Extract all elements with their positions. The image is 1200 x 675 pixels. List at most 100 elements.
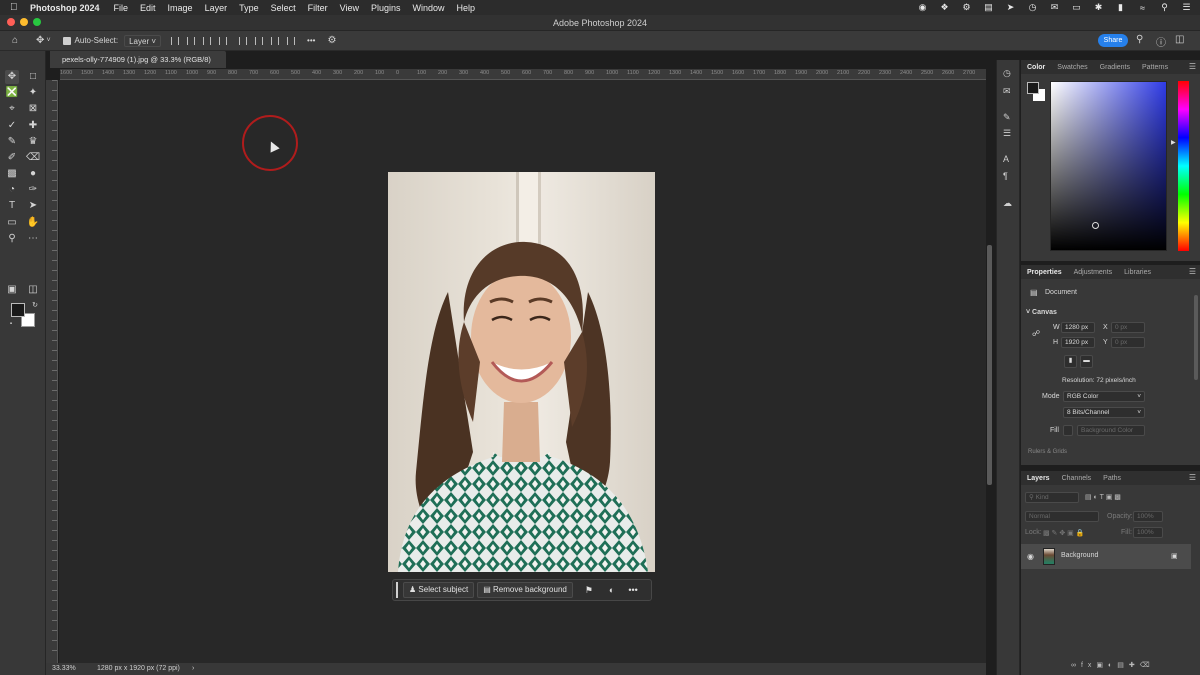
- share-button[interactable]: Share: [1098, 34, 1128, 47]
- layer-footer-icons[interactable]: ∞fx▣◐▤✚⌫: [1071, 661, 1155, 669]
- link-icon[interactable]: ☍: [1032, 329, 1040, 338]
- menu-layer[interactable]: Layer: [205, 3, 228, 13]
- healing-brush-tool-icon[interactable]: ✚: [26, 119, 40, 133]
- horizontal-ruler[interactable]: 1600 1500 1400 1300 1200 1100 1000 900 800 700 600…: [60, 69, 986, 80]
- tab-channels[interactable]: Channels: [1056, 475, 1098, 482]
- fill-field[interactable]: 100%: [1133, 527, 1163, 538]
- brush-tool-icon[interactable]: ✎: [5, 135, 19, 149]
- y-field[interactable]: 0 px: [1111, 337, 1145, 348]
- blur-tool-icon[interactable]: ●: [26, 167, 40, 181]
- height-field[interactable]: 1920 px: [1061, 337, 1095, 348]
- crop-tool-icon[interactable]: ⌖: [5, 102, 19, 116]
- landscape-orientation-icon[interactable]: ▬: [1080, 355, 1093, 368]
- chat-icon[interactable]: ✉: [1049, 2, 1060, 13]
- align-center-icon[interactable]: [187, 36, 196, 45]
- search-icon[interactable]: ⚲: [1159, 2, 1170, 13]
- eye-icon[interactable]: ◉: [1027, 552, 1034, 561]
- blend-mode-select[interactable]: Normal: [1025, 511, 1099, 522]
- swap-colors-icon[interactable]: ↻: [28, 299, 42, 313]
- panel-menu-icon[interactable]: ☰: [1189, 267, 1196, 276]
- more-options-button[interactable]: •••: [628, 585, 637, 595]
- menu-window[interactable]: Window: [413, 3, 445, 13]
- document-tab[interactable]: pexels-olly-774909 (1).jpg @ 33.3% (RGB/…: [50, 51, 226, 68]
- frame-tool-icon[interactable]: ⊠: [26, 102, 40, 116]
- zoom-level[interactable]: 33.33%: [52, 663, 76, 675]
- distribute-vertical-icon[interactable]: [287, 36, 296, 45]
- zoom-tool-icon[interactable]: ⚲: [5, 232, 19, 246]
- align-right-icon[interactable]: [203, 36, 212, 45]
- eyedropper-tool-icon[interactable]: ✓: [5, 119, 19, 133]
- align-bottom-icon[interactable]: [271, 36, 280, 45]
- lasso-tool-icon[interactable]: ❎: [5, 86, 19, 100]
- move-tool-icon[interactable]: ✥: [36, 35, 44, 46]
- bit-depth-select[interactable]: 8 Bits/Channel ˅: [1063, 407, 1145, 418]
- character-icon[interactable]: A: [1003, 154, 1009, 164]
- panel-menu-icon[interactable]: ☰: [1189, 473, 1196, 482]
- adjustment-icon[interactable]: ◐: [609, 585, 614, 595]
- distribute-horizontal-icon[interactable]: [219, 36, 228, 45]
- canvas-section-toggle[interactable]: ˅ Canvas: [1026, 309, 1057, 316]
- properties-scrollbar[interactable]: [1194, 295, 1198, 380]
- menu-type[interactable]: Type: [239, 3, 259, 13]
- align-left-icon[interactable]: [171, 36, 180, 45]
- chevron-down-icon[interactable]: ˅: [46, 37, 50, 44]
- color-field[interactable]: [1050, 81, 1167, 251]
- quick-mask-icon[interactable]: ▣: [5, 283, 19, 297]
- apple-icon[interactable]: : [10, 2, 22, 13]
- document-icon[interactable]: ▤: [983, 2, 994, 13]
- cloud-icon[interactable]: ☁: [1003, 198, 1012, 209]
- workspace-icon[interactable]: ◫: [1175, 34, 1184, 45]
- tab-gradients[interactable]: Gradients: [1094, 64, 1136, 71]
- more-options-button[interactable]: •••: [307, 36, 315, 45]
- tab-libraries[interactable]: Libraries: [1118, 269, 1157, 276]
- tab-color[interactable]: Color: [1021, 64, 1051, 71]
- marquee-tool-icon[interactable]: □: [26, 70, 40, 84]
- window-icon[interactable]: ▭: [1071, 2, 1082, 13]
- clone-stamp-tool-icon[interactable]: ♛: [26, 135, 40, 149]
- hue-pointer-icon[interactable]: ▶: [1171, 139, 1176, 146]
- layer-kind-filter[interactable]: ⚲ Kind: [1025, 492, 1079, 503]
- select-subject-button[interactable]: ♟ Select subject: [403, 582, 475, 598]
- more-tools-icon[interactable]: ⋯: [26, 232, 40, 246]
- menu-help[interactable]: Help: [457, 3, 476, 13]
- hand-tool-icon[interactable]: ✋: [26, 216, 40, 230]
- comments-icon[interactable]: ✉: [1003, 86, 1011, 97]
- tab-layers[interactable]: Layers: [1021, 475, 1056, 482]
- drag-handle[interactable]: [396, 582, 398, 598]
- dodge-tool-icon[interactable]: ◔: [5, 183, 19, 197]
- gear-icon[interactable]: ⚙: [961, 2, 972, 13]
- lock-icons[interactable]: ▩ ✎ ✥ ▣ 🔒: [1043, 529, 1084, 537]
- tab-properties[interactable]: Properties: [1021, 269, 1068, 276]
- menu-image[interactable]: Image: [168, 3, 193, 13]
- layer-row-background[interactable]: ◉ Background ▣: [1021, 544, 1191, 569]
- type-tool-icon[interactable]: T: [5, 199, 19, 213]
- foreground-color-swatch[interactable]: [11, 303, 25, 317]
- menu-select[interactable]: Select: [271, 3, 296, 13]
- layer-name[interactable]: Background: [1061, 552, 1098, 559]
- app-menu[interactable]: Photoshop 2024: [30, 3, 100, 13]
- cursor-icon[interactable]: ➤: [1005, 2, 1016, 13]
- menu-file[interactable]: File: [114, 3, 129, 13]
- filter-icons[interactable]: ▤ ◐ T ▣ ▩: [1085, 493, 1121, 501]
- auto-select-checkbox[interactable]: [62, 36, 71, 45]
- auto-select-target-dropdown[interactable]: Layer ˅: [124, 34, 162, 47]
- status-menu-arrow[interactable]: ›: [192, 663, 194, 675]
- adjustments-icon[interactable]: ☰: [1003, 128, 1011, 139]
- battery-icon[interactable]: ▮: [1115, 2, 1126, 13]
- rulers-grids-section[interactable]: Rulers & Grids: [1028, 449, 1067, 455]
- tab-paths[interactable]: Paths: [1097, 475, 1127, 482]
- screen-mode-icon[interactable]: ◫: [26, 283, 40, 297]
- history-icon[interactable]: ◷: [1003, 68, 1011, 79]
- lock-icon[interactable]: ▣: [1171, 552, 1178, 560]
- home-icon[interactable]: ⌂: [12, 35, 18, 46]
- tab-swatches[interactable]: Swatches: [1051, 64, 1093, 71]
- clock-icon[interactable]: ◷: [1027, 2, 1038, 13]
- gradient-tool-icon[interactable]: ▩: [5, 167, 19, 181]
- photo-canvas[interactable]: [388, 172, 655, 572]
- panel-menu-icon[interactable]: ☰: [1189, 62, 1196, 71]
- path-selection-tool-icon[interactable]: ➤: [26, 199, 40, 213]
- pen-tool-icon[interactable]: ✑: [26, 183, 40, 197]
- opacity-field[interactable]: 100%: [1133, 511, 1163, 522]
- help-icon[interactable]: ⓘ: [1156, 34, 1166, 49]
- default-colors-icon[interactable]: ▪: [4, 317, 18, 331]
